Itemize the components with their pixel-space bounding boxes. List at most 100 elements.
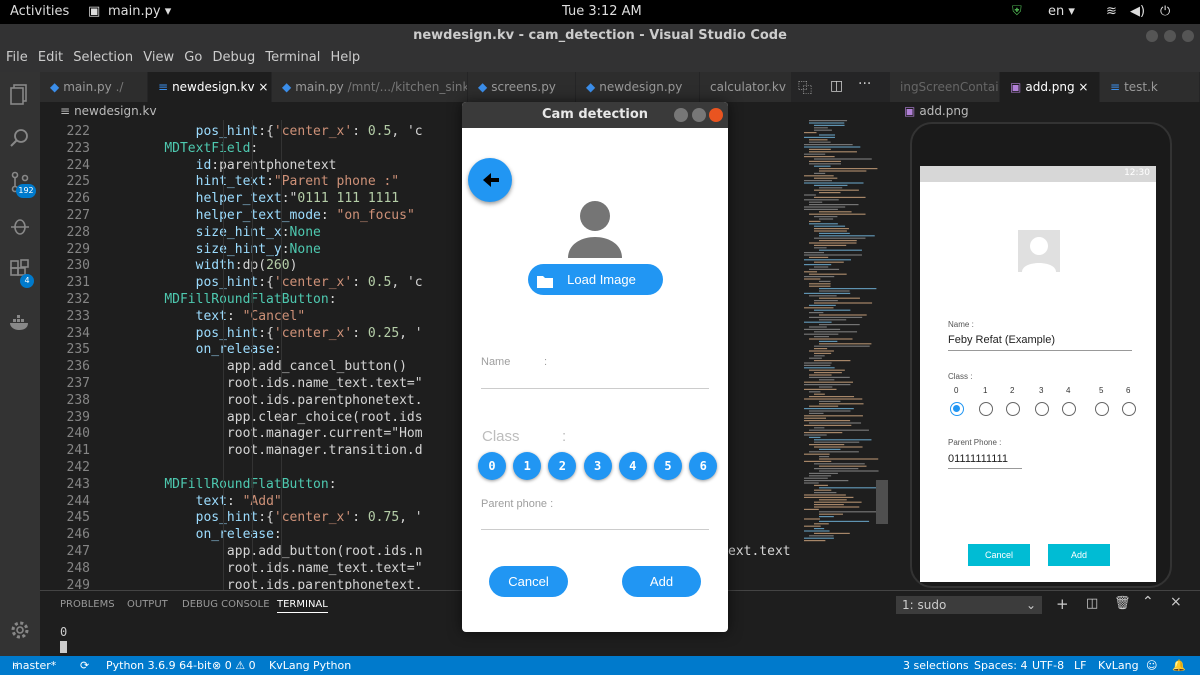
cam-window-title-bar[interactable]: Cam detection	[462, 102, 728, 128]
right-breadcrumb[interactable]: ▣ add.png	[904, 104, 969, 118]
explorer-icon[interactable]	[8, 82, 32, 106]
code-line[interactable]: app.clear_choice(root.ids	[133, 410, 423, 425]
language-indicator[interactable]: en ▾	[1048, 4, 1075, 19]
terminal-select[interactable]: 1: sudo ⌄	[896, 596, 1042, 614]
panel-tab-debug-console[interactable]: DEBUG CONSOLE	[182, 599, 270, 610]
code-line[interactable]: MDFillRoundFlatButton:	[133, 477, 336, 492]
split-editor-icon[interactable]: ⿻	[798, 78, 812, 98]
tab-screens-py[interactable]: ◆ screens.py	[468, 72, 576, 102]
cam-maximize-button[interactable]	[692, 108, 706, 122]
close-panel-icon[interactable]: ×	[1170, 594, 1182, 610]
class-button-2[interactable]: 2	[548, 452, 577, 480]
code-line[interactable]: id:parentphonetext	[133, 158, 337, 173]
class-button-6[interactable]: 6	[689, 452, 718, 480]
menu-view[interactable]: View	[143, 50, 174, 65]
notifications-bell-icon[interactable]: 🔔	[1172, 656, 1186, 675]
maximize-window-button[interactable]	[1164, 30, 1176, 42]
python-interpreter[interactable]: Python 3.6.9 64-bit	[106, 656, 211, 675]
shield-icon[interactable]: ⛨	[1012, 4, 1022, 19]
code-line[interactable]: root.ids.name_text.text="	[133, 561, 423, 576]
code-line[interactable]: pos_hint:{'center_x': 0.25, '	[133, 326, 423, 341]
language-mode-left[interactable]: KvLang Python	[269, 656, 351, 675]
class-button-0[interactable]: 0	[478, 452, 506, 480]
app-menu-icon[interactable]: ▣	[88, 4, 100, 19]
class-button-1[interactable]: 1	[513, 452, 542, 480]
code-line[interactable]: text: "Cancel"	[133, 309, 306, 324]
code-line[interactable]: on_release:	[133, 342, 282, 357]
load-image-button[interactable]: Load Image	[528, 264, 663, 295]
editor-scrollbar[interactable]	[876, 480, 888, 524]
code-line[interactable]: root.ids.parentphonetext.	[133, 578, 423, 590]
problems-count[interactable]: ⊗ 0 ⚠ 0	[212, 656, 256, 675]
language-mode[interactable]: KvLang	[1098, 656, 1139, 675]
split-terminal-icon[interactable]: ◫	[1086, 596, 1098, 611]
code-line[interactable]: width:dp(260)	[133, 258, 298, 273]
code-line[interactable]: pos_hint:{'center_x': 0.5, 'c	[133, 124, 423, 139]
code-line[interactable]: root.ids.parentphonetext.	[133, 393, 423, 408]
trash-icon[interactable]: 🗑	[1114, 596, 1131, 611]
code-line[interactable]: MDTextField:	[133, 141, 258, 156]
wifi-icon[interactable]: ≋	[1106, 4, 1117, 19]
menu-edit[interactable]: Edit	[38, 50, 63, 65]
end-of-line[interactable]: LF	[1074, 656, 1086, 675]
menu-file[interactable]: File	[6, 50, 28, 65]
code-line[interactable]: hint_text:"Parent phone :"	[133, 174, 400, 189]
tab-test-kv[interactable]: ≡ test.k	[1100, 72, 1200, 102]
clock[interactable]: Tue 3:12 AM	[562, 4, 642, 19]
new-terminal-icon[interactable]: +	[1056, 595, 1069, 613]
tab-calculator-kv[interactable]: calculator.kv	[700, 72, 792, 102]
menu-terminal[interactable]: Terminal	[265, 50, 320, 65]
code-line[interactable]: app.add_cancel_button()	[133, 359, 407, 374]
menu-help[interactable]: Help	[330, 50, 360, 65]
tab-newdesign-py[interactable]: ◆ newdesign.py	[576, 72, 700, 102]
power-icon[interactable]: ⏻	[1160, 4, 1170, 19]
menu-selection[interactable]: Selection	[73, 50, 133, 65]
code-line[interactable]: pos_hint:{'center_x': 0.5, 'c	[133, 275, 423, 290]
code-line[interactable]: size_hint_x:None	[133, 225, 321, 240]
close-icon[interactable]: ×	[1078, 80, 1088, 94]
code-line[interactable]: helper_text:"0111 111 1111	[133, 191, 400, 206]
volume-icon[interactable]: ◀)	[1130, 4, 1145, 19]
docker-icon[interactable]	[8, 310, 32, 334]
class-button-5[interactable]: 5	[654, 452, 682, 480]
menu-go[interactable]: Go	[184, 50, 202, 65]
search-icon[interactable]	[8, 126, 32, 150]
code-line[interactable]: MDFillRoundFlatButton:	[133, 292, 336, 307]
close-icon[interactable]: ×	[258, 80, 268, 94]
feedback-smiley-icon[interactable]: ☺	[1146, 656, 1157, 675]
code-line[interactable]: on_release:	[133, 527, 282, 542]
back-button[interactable]	[468, 158, 512, 202]
code-line[interactable]: root.manager.transition.d	[133, 443, 423, 458]
code-line[interactable]: text: "Add"	[133, 494, 282, 509]
tab-main-py-kitchen-sink[interactable]: ◆ main.py /mnt/.../kitchen_sink	[272, 72, 468, 102]
settings-gear-icon[interactable]	[8, 618, 32, 642]
toggle-layout-icon[interactable]: ◫	[830, 78, 843, 94]
selections-count[interactable]: 3 selections	[903, 656, 969, 675]
activities-button[interactable]: Activities	[10, 4, 69, 19]
tab-ingscreencontaint[interactable]: ingScreenContaint	[890, 72, 1000, 102]
maximize-panel-icon[interactable]: ⌃	[1142, 594, 1154, 610]
indentation[interactable]: Spaces: 4	[974, 656, 1027, 675]
app-menu[interactable]: main.py ▾	[108, 4, 171, 19]
tab-newdesign-kv[interactable]: ≡ newdesign.kv ×	[148, 72, 272, 102]
parent-phone-input[interactable]	[481, 529, 709, 530]
tab-main-py[interactable]: ◆ main.py ./	[40, 72, 148, 102]
panel-tab-problems[interactable]: PROBLEMS	[60, 599, 115, 610]
code-line[interactable]: pos_hint:{'center_x': 0.75, '	[133, 510, 423, 525]
cancel-button[interactable]: Cancel	[489, 566, 568, 597]
more-actions-icon[interactable]: ···	[858, 76, 871, 92]
code-line[interactable]: root.manager.current="Hom	[133, 426, 423, 441]
code-line[interactable]: helper_text_mode: "on_focus"	[133, 208, 415, 223]
close-window-button[interactable]	[1182, 30, 1194, 42]
class-button-3[interactable]: 3	[583, 452, 612, 480]
code-line[interactable]: app.add_button(root.ids.n	[133, 544, 423, 559]
debug-icon[interactable]	[8, 214, 32, 238]
code-line[interactable]: size_hint_y:None	[133, 242, 321, 257]
class-button-4[interactable]: 4	[618, 452, 647, 480]
menu-debug[interactable]: Debug	[212, 50, 255, 65]
panel-tab-terminal[interactable]: TERMINAL	[277, 599, 328, 613]
tab-add-png[interactable]: ▣ add.png ×	[1000, 72, 1100, 102]
sync-icon[interactable]: ⟳	[80, 656, 89, 675]
cam-minimize-button[interactable]	[674, 108, 688, 122]
terminal-output[interactable]: 0	[60, 625, 67, 639]
